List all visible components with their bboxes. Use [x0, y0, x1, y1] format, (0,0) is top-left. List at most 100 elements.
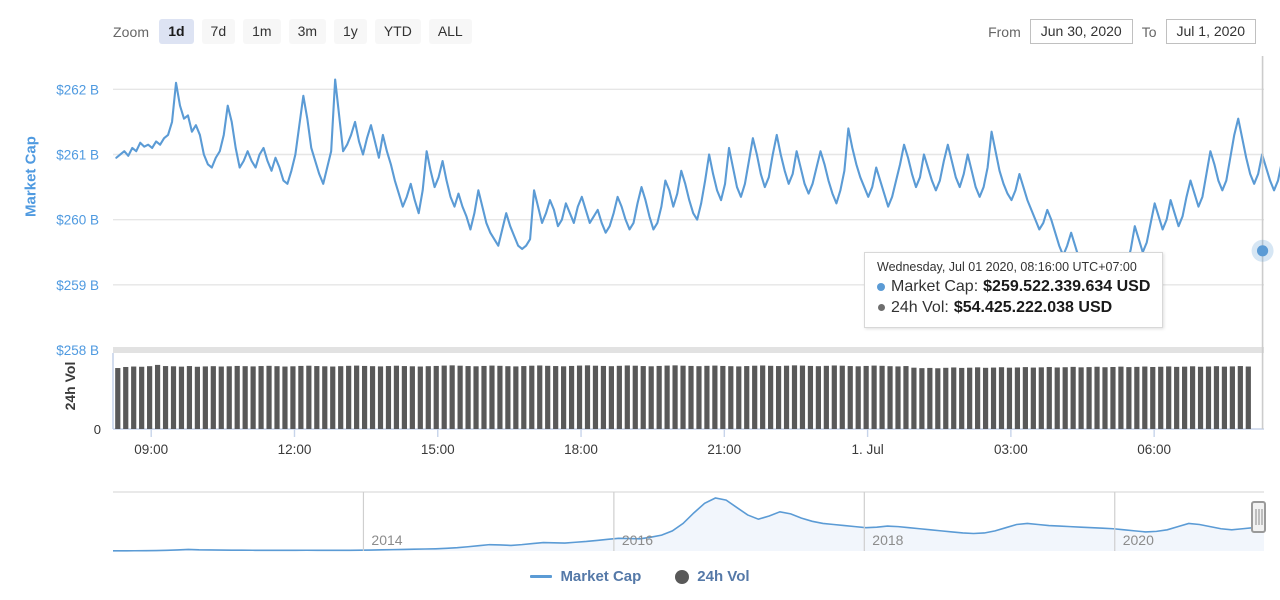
volume-bar	[791, 365, 798, 429]
volume-bar	[258, 366, 264, 429]
volume-bar	[1237, 366, 1243, 429]
volume-bar	[1174, 366, 1180, 429]
volume-bar	[895, 366, 901, 429]
volume-bar	[537, 365, 543, 429]
volume-bar	[513, 366, 519, 429]
volume-bar	[1094, 366, 1100, 429]
volume-bar	[178, 366, 185, 429]
volume-bar	[736, 366, 742, 429]
volume-bar	[393, 365, 400, 429]
highlight-point-marker[interactable]	[1256, 245, 1269, 257]
volume-bar	[115, 368, 121, 429]
volume-bar	[401, 366, 407, 429]
volume-bar	[489, 365, 495, 429]
volume-bar	[943, 367, 949, 429]
volume-bar	[162, 366, 169, 429]
volume-bar	[768, 365, 774, 429]
y-tick-label-volume: 0	[94, 422, 101, 437]
volume-bar	[1126, 367, 1132, 429]
volume-bar	[242, 366, 248, 429]
volume-bar	[147, 366, 153, 429]
volume-bar	[831, 365, 837, 429]
tooltip-row-volume: 24h Vol: $54.425.222.038 USD	[877, 297, 1150, 318]
y-tick-label-market-cap: $262 B	[56, 82, 99, 97]
navigator-tick-label: 2020	[1123, 532, 1154, 548]
volume-bar	[330, 366, 336, 429]
volume-bar	[775, 366, 782, 429]
volume-bar	[377, 366, 384, 429]
volume-bar	[218, 366, 224, 429]
x-tick-label: 09:00	[134, 442, 168, 457]
volume-bar	[1014, 367, 1021, 429]
volume-bar	[481, 365, 487, 429]
volume-bar	[385, 366, 392, 429]
volume-bar	[529, 365, 535, 429]
volume-bar	[409, 366, 415, 429]
volume-bar	[1062, 367, 1068, 429]
volume-bar	[783, 365, 790, 429]
series-dot-volume-icon	[878, 304, 885, 312]
volume-bar	[863, 365, 869, 429]
volume-bar	[672, 365, 678, 429]
volume-bar	[847, 366, 853, 429]
volume-bar	[417, 366, 423, 429]
volume-bar	[441, 365, 447, 429]
volume-bar	[680, 365, 686, 429]
volume-bar	[497, 365, 503, 429]
legend-item-market-cap[interactable]: Market Cap	[530, 568, 641, 585]
volume-bar	[1229, 366, 1235, 429]
volume-bar	[927, 367, 933, 429]
volume-bar	[131, 366, 137, 429]
volume-bar	[553, 366, 559, 429]
volume-bar	[234, 365, 240, 429]
volume-bar	[624, 365, 630, 429]
volume-bar	[361, 365, 368, 429]
volume-bar	[696, 366, 702, 429]
volume-bar	[1213, 366, 1220, 429]
volume-bar	[433, 365, 439, 429]
volume-bar	[744, 366, 750, 429]
volume-bar	[760, 365, 766, 429]
tooltip-value-volume: $54.425.222.038 USD	[953, 299, 1113, 317]
volume-bar	[959, 367, 965, 429]
tooltip-label-market-cap: Market Cap:	[891, 278, 979, 295]
y-axis-title-volume: 24h Vol	[62, 361, 78, 411]
navigator-area-fill	[113, 498, 1264, 551]
volume-bar	[170, 366, 177, 429]
volume-bar	[600, 365, 607, 429]
volume-bar	[664, 365, 670, 429]
volume-bar	[425, 366, 431, 429]
volume-bar	[1189, 366, 1196, 429]
x-tick-label: 03:00	[994, 442, 1028, 457]
volume-bar	[561, 366, 567, 429]
volume-bar	[998, 367, 1005, 429]
x-tick-label: 15:00	[421, 442, 455, 457]
volume-bar	[202, 366, 208, 429]
volume-bar	[911, 367, 917, 429]
volume-bar	[1150, 366, 1156, 429]
legend-item-volume[interactable]: 24h Vol	[675, 568, 750, 585]
volume-bar	[322, 366, 328, 429]
volume-bar	[1205, 366, 1212, 429]
volume-bar	[545, 365, 551, 429]
volume-bar	[632, 365, 638, 429]
x-tick-label: 1. Jul	[851, 442, 883, 457]
legend-label-volume: 24h Vol	[697, 568, 750, 585]
volume-bar	[1038, 367, 1044, 429]
volume-bar	[688, 365, 694, 429]
volume-bar	[282, 366, 288, 429]
volume-bar	[449, 365, 455, 429]
volume-bar	[274, 366, 280, 429]
x-tick-label: 21:00	[707, 442, 741, 457]
volume-bar	[982, 367, 989, 429]
volume-bar	[1142, 366, 1148, 429]
volume-bar	[879, 365, 885, 429]
volume-bar	[648, 366, 654, 429]
volume-bar	[473, 366, 479, 429]
volume-bar	[887, 366, 893, 429]
volume-bar	[123, 366, 129, 429]
volume-bar	[815, 366, 821, 429]
legend-line-market-cap-icon	[530, 575, 553, 578]
y-tick-label-market-cap: $259 B	[56, 278, 99, 293]
volume-bar	[210, 366, 216, 429]
